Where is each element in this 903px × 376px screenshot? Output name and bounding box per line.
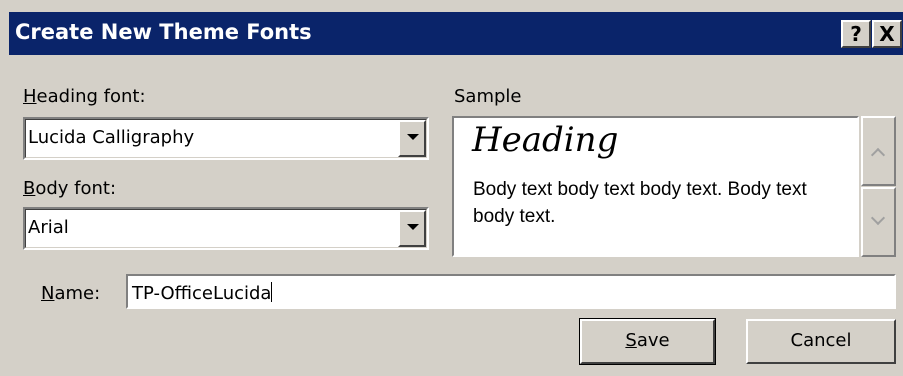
sample-label: Sample [454,86,522,107]
sample-preview: Heading Body text body text body text. B… [452,116,859,257]
dialog-title: Create New Theme Fonts [15,20,312,44]
sample-scroll-up-button[interactable] [861,116,896,186]
name-input[interactable]: TP-OfficeLucida [126,274,896,309]
name-label: Name: [41,283,101,304]
cancel-button[interactable]: Cancel [746,319,896,364]
name-value: TP-OfficeLucida [132,283,272,304]
title-bar[interactable]: Create New Theme Fonts ? X [9,12,903,55]
heading-font-label: Heading font: [23,86,146,107]
chevron-up-icon [870,147,886,163]
close-button[interactable]: X [872,20,902,48]
help-button[interactable]: ? [841,20,871,48]
sample-heading-text: Heading [472,120,619,160]
sample-scroll-down-button[interactable] [861,187,896,257]
sample-body-text: Body text body text body text. Body text… [473,179,807,227]
heading-font-dropdown-button[interactable] [398,120,426,157]
heading-font-select[interactable]: Lucida Calligraphy [23,117,429,160]
body-font-select[interactable]: Arial [23,207,429,250]
chevron-down-icon [407,134,419,140]
heading-font-value: Lucida Calligraphy [28,127,195,148]
body-font-label: Body font: [23,178,117,199]
save-button[interactable]: Save [579,318,716,365]
chevron-down-icon [407,224,419,230]
body-font-value: Arial [28,217,69,238]
chevron-down-icon [870,210,886,226]
body-font-dropdown-button[interactable] [398,210,426,247]
text-caret [271,282,273,302]
create-theme-fonts-dialog: Create New Theme Fonts ? X Heading font:… [0,0,903,376]
